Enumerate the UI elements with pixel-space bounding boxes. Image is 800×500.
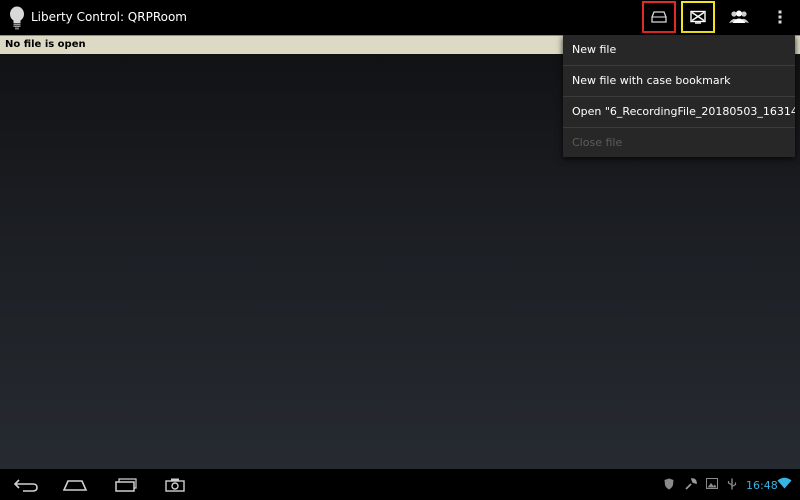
back-icon — [13, 479, 38, 492]
overflow-menu-button[interactable] — [763, 1, 797, 33]
screenshot-button[interactable] — [162, 474, 188, 496]
drive-button[interactable] — [642, 1, 676, 33]
home-button[interactable] — [60, 474, 90, 496]
home-icon — [62, 480, 88, 491]
menu-item-new-file[interactable]: New file — [563, 35, 795, 66]
menu-item-close-file: Close file — [572, 136, 623, 149]
lightbulb-icon — [10, 6, 24, 30]
wifi-icon — [777, 477, 792, 489]
clock: 16:48 — [746, 479, 778, 492]
drive-icon — [651, 11, 667, 23]
menu-item-open-recent-file[interactable]: Open "6_RecordingFile_20180503_163141" — [563, 97, 795, 128]
image-icon — [706, 478, 718, 489]
wrench-icon — [685, 478, 697, 490]
no-display-icon — [690, 10, 706, 24]
file-status-text: No file is open — [5, 39, 86, 50]
menu-item-new-file-with-bookmark[interactable]: New file with case bookmark — [563, 66, 795, 97]
screenshot-icon — [165, 478, 185, 492]
overflow-menu: New file New file with case bookmark Ope… — [563, 35, 795, 157]
recent-apps-button[interactable] — [112, 474, 140, 496]
action-bar: Liberty Control: QRPRoom — [0, 0, 800, 35]
usb-icon — [727, 478, 737, 490]
people-icon — [729, 10, 749, 23]
overflow-menu-icon — [778, 10, 782, 24]
people-button[interactable] — [722, 1, 756, 33]
no-display-button[interactable] — [681, 1, 715, 33]
system-nav-bar: 16:48 — [0, 469, 800, 500]
shield-icon — [664, 478, 674, 490]
app-title: Liberty Control: QRPRoom — [31, 10, 187, 24]
back-button[interactable] — [12, 474, 40, 496]
recent-apps-icon — [115, 478, 137, 492]
